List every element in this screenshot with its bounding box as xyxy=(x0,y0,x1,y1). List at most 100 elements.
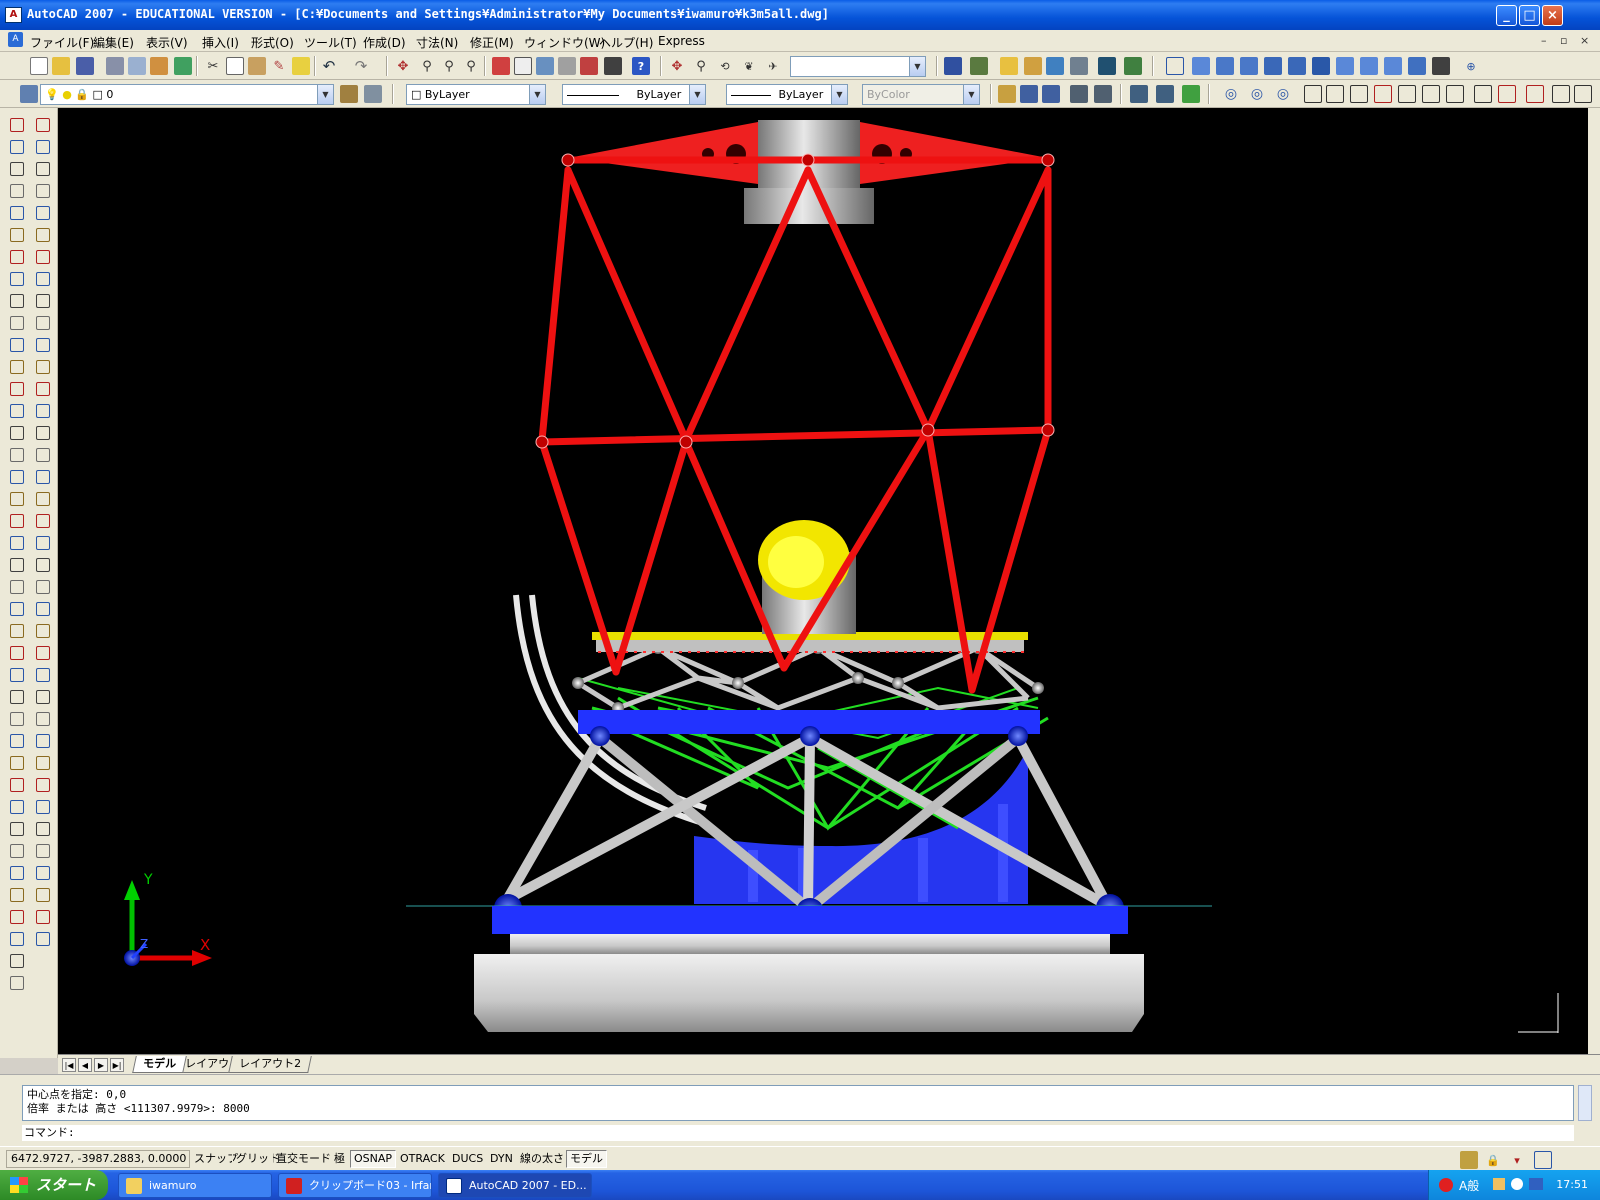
status-toggle-6[interactable]: DUCS xyxy=(448,1150,488,1168)
torus-icon[interactable] xyxy=(36,624,50,638)
3d-orbit-icon[interactable] xyxy=(36,888,50,902)
preview-icon[interactable] xyxy=(128,57,146,75)
menu-view[interactable]: 表示(V) xyxy=(146,34,188,51)
linetype-dropdown[interactable]: ByLayer ▼ xyxy=(562,84,706,105)
open-icon[interactable] xyxy=(52,57,70,75)
view-back-icon[interactable] xyxy=(1288,57,1306,75)
view-left-icon[interactable] xyxy=(1216,57,1234,75)
render-window-icon[interactable] xyxy=(1098,57,1116,75)
zoom-window-icon[interactable]: ⚲ xyxy=(440,57,458,75)
erase-icon[interactable] xyxy=(10,536,24,550)
camera-icon[interactable] xyxy=(1070,57,1088,75)
join-icon[interactable] xyxy=(10,800,24,814)
box-icon[interactable] xyxy=(36,514,50,528)
status-toggle-8[interactable]: 線の太さ xyxy=(516,1150,568,1168)
move-3d-icon[interactable] xyxy=(1130,85,1148,103)
view-iso-icon[interactable] xyxy=(1408,57,1426,75)
first-tab-button[interactable]: |◀ xyxy=(62,1058,76,1072)
iso-view-icon[interactable] xyxy=(10,932,24,946)
dim-linear-icon[interactable] xyxy=(36,118,50,132)
rotate-face-icon[interactable] xyxy=(1398,85,1416,103)
menu-file[interactable]: ファイル(F) xyxy=(30,34,94,51)
make-block-icon[interactable] xyxy=(10,382,24,396)
coordinate-display[interactable]: 6472.9727, -3987.2883, 0.0000 xyxy=(6,1150,190,1168)
pyramid-icon[interactable] xyxy=(36,646,50,660)
plot-icon[interactable] xyxy=(106,57,124,75)
copy-icon[interactable] xyxy=(10,558,24,572)
dim-continue-icon[interactable] xyxy=(36,338,50,352)
viewport-scrollbar[interactable] xyxy=(1588,108,1600,1054)
ucs-icon[interactable] xyxy=(36,910,50,924)
arc-icon[interactable] xyxy=(10,228,24,242)
shell-icon[interactable] xyxy=(1526,85,1544,103)
align-3d-icon[interactable] xyxy=(1182,85,1200,103)
menu-format[interactable]: 形式(O) xyxy=(251,34,294,51)
markup-icon[interactable] xyxy=(580,57,598,75)
table-icon[interactable] xyxy=(10,492,24,506)
new-icon[interactable] xyxy=(30,57,48,75)
status-toggle-4[interactable]: OSNAP xyxy=(350,1150,397,1168)
layer-manager-icon[interactable] xyxy=(20,85,38,103)
mapping-icon[interactable] xyxy=(1046,57,1064,75)
multileader-icon[interactable] xyxy=(1094,85,1112,103)
prev-tab-button[interactable]: ◀ xyxy=(78,1058,92,1072)
spline-icon[interactable] xyxy=(10,294,24,308)
render-icon[interactable] xyxy=(944,57,962,75)
cut-icon[interactable]: ✂ xyxy=(204,57,222,75)
undo-icon[interactable]: ↶ xyxy=(320,57,338,75)
revision-cloud-icon[interactable] xyxy=(10,272,24,286)
region-icon[interactable] xyxy=(10,470,24,484)
cone-icon[interactable] xyxy=(36,558,50,572)
menu-help[interactable]: ヘルプ(H) xyxy=(599,34,653,51)
tray-app-icon[interactable] xyxy=(1439,1178,1453,1192)
array-icon[interactable] xyxy=(10,624,24,638)
publish-icon[interactable] xyxy=(150,57,168,75)
multiline-text-icon[interactable] xyxy=(10,514,24,528)
3d-fly-icon[interactable]: ✈ xyxy=(764,57,782,75)
view-sw-iso-icon[interactable] xyxy=(1312,57,1330,75)
status-toggle-2[interactable]: 直交モード xyxy=(272,1150,335,1168)
sheet-set-icon[interactable] xyxy=(558,57,576,75)
materials-icon[interactable] xyxy=(970,57,988,75)
layer-previous-icon[interactable] xyxy=(364,85,382,103)
dim-text-edit-icon[interactable] xyxy=(36,448,50,462)
close-button[interactable]: × xyxy=(1542,5,1563,26)
clean-screen-icon[interactable] xyxy=(1534,1151,1552,1169)
menu-draw[interactable]: 作成(D) xyxy=(363,34,406,51)
comm-center-icon[interactable] xyxy=(1460,1151,1478,1169)
polygon-icon[interactable] xyxy=(10,184,24,198)
status-toggle-3[interactable]: 極 xyxy=(330,1150,349,1168)
offset-face-icon[interactable] xyxy=(1350,85,1368,103)
network-icon[interactable] xyxy=(1529,1178,1543,1190)
dim-linear-icon[interactable] xyxy=(998,85,1016,103)
circle-icon[interactable] xyxy=(10,250,24,264)
rectangle-icon[interactable] xyxy=(10,206,24,220)
chamfer-icon[interactable] xyxy=(10,822,24,836)
copy-icon[interactable] xyxy=(226,57,244,75)
trim-icon[interactable] xyxy=(10,734,24,748)
text-style-icon[interactable] xyxy=(1042,85,1060,103)
dim-angular-icon[interactable] xyxy=(36,272,50,286)
ime-indicator[interactable]: A般 xyxy=(1459,1177,1479,1194)
tool-palettes-icon[interactable] xyxy=(536,57,554,75)
ime-pad-icon[interactable] xyxy=(1493,1178,1505,1190)
taper-face-icon[interactable] xyxy=(1422,85,1440,103)
delete-face-icon[interactable] xyxy=(1374,85,1392,103)
front-view-icon[interactable] xyxy=(10,910,24,924)
ellipse-icon[interactable] xyxy=(10,316,24,330)
help-icon[interactable]: ? xyxy=(632,57,650,75)
paste-icon[interactable] xyxy=(248,57,266,75)
dim-jogged-icon[interactable] xyxy=(36,228,50,242)
clean-icon[interactable] xyxy=(1574,85,1592,103)
table-style-icon[interactable] xyxy=(1070,85,1088,103)
sweep-icon[interactable] xyxy=(36,756,50,770)
menu-insert[interactable]: 挿入(I) xyxy=(202,34,239,51)
globe-icon[interactable] xyxy=(10,954,24,968)
command-scrollbar[interactable] xyxy=(1578,1085,1592,1121)
task-irfanview[interactable]: クリップボード03 - Irfan... xyxy=(278,1173,432,1198)
stretch-icon[interactable] xyxy=(10,712,24,726)
rotate-icon[interactable] xyxy=(10,668,24,682)
world-ucs-icon[interactable] xyxy=(36,932,50,946)
zoom-realtime-icon[interactable]: ⚲ xyxy=(418,57,436,75)
menu-window[interactable]: ウィンドウ(W) xyxy=(524,34,605,51)
